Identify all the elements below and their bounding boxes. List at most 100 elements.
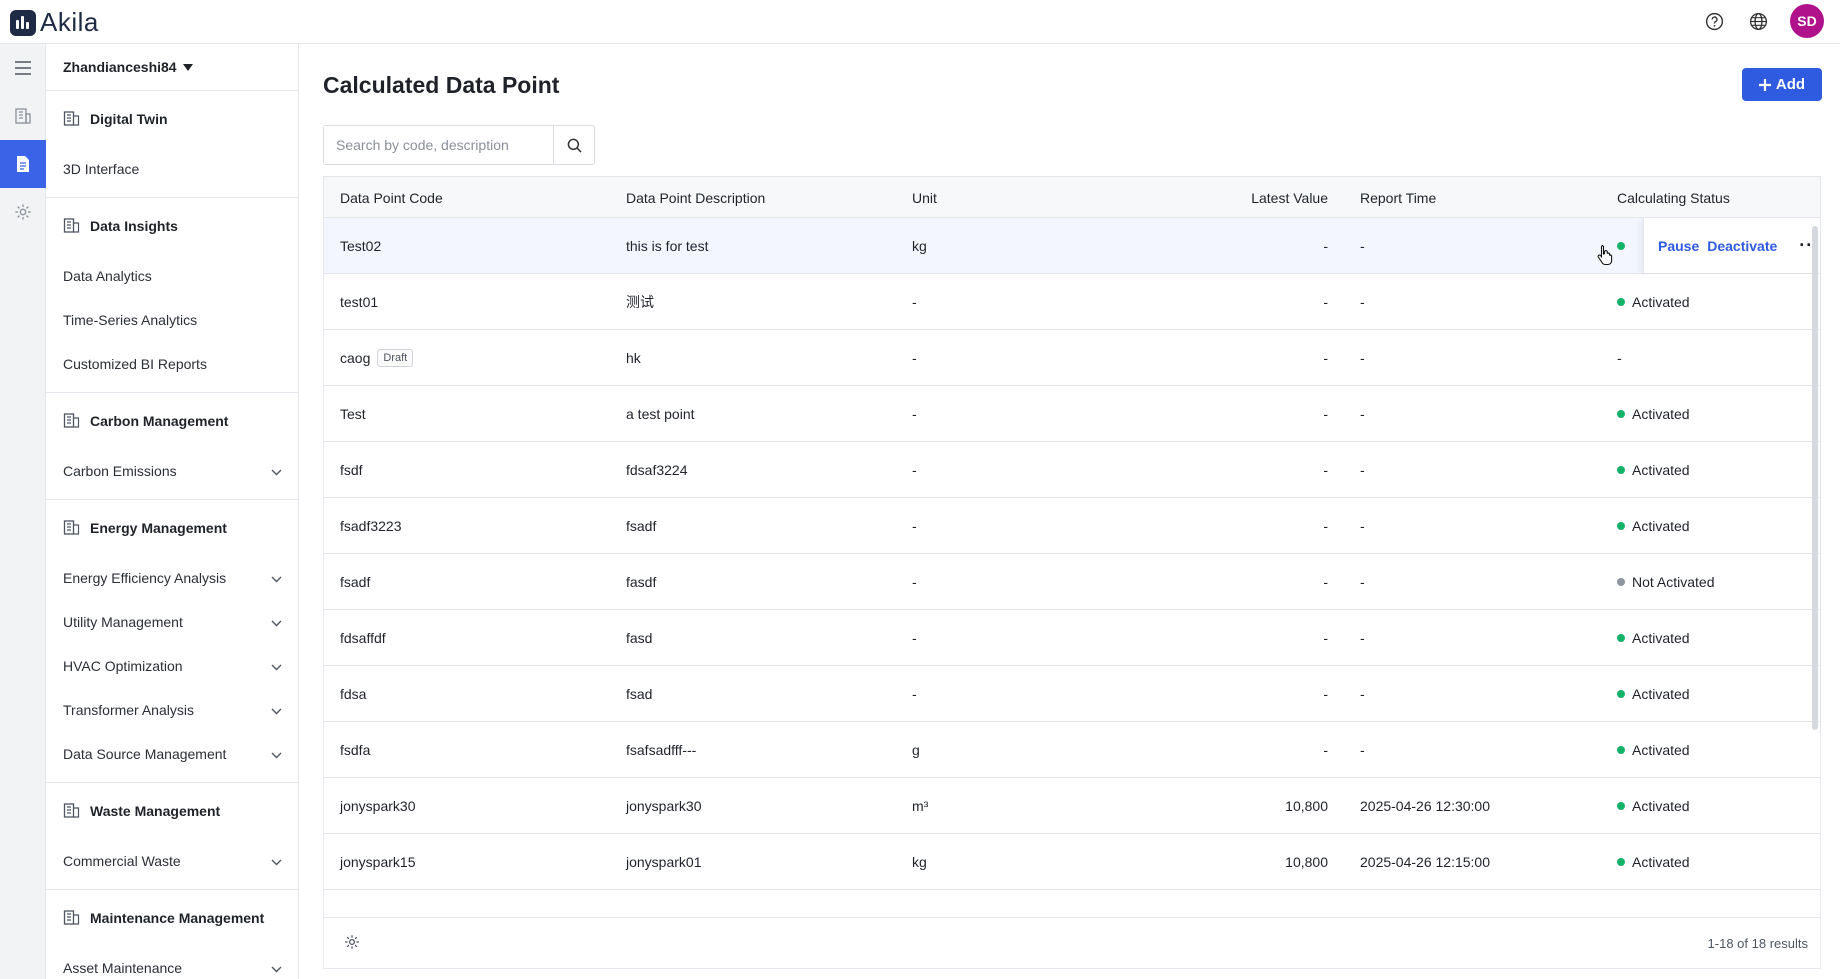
table-row[interactable]: Test a test point - - - Activated [324,386,1820,442]
cell-code: caog Draft [340,330,414,386]
sidebar: Zhandianceshi84 Digital Twin 3D Interfac… [46,44,299,979]
code-text: fdsa [340,686,367,702]
table-row[interactable]: Activated [324,890,1820,917]
status-text: Activated [1632,406,1690,422]
page-title: Calculated Data Point [323,72,560,98]
cell-description: fsad [626,686,653,702]
sidebar-group-title: Carbon Management [90,413,229,429]
code-text: Test [340,406,366,422]
globe-icon[interactable] [1746,9,1770,33]
sidebar-item[interactable]: HVAC Optimization [46,644,298,688]
sidebar-item[interactable]: Energy Efficiency Analysis [46,556,298,600]
status-dot [1617,298,1625,306]
status-text: Activated [1632,294,1690,310]
help-icon[interactable] [1702,9,1726,33]
cell-status: Activated [1617,274,1690,330]
search-input[interactable] [324,126,555,164]
table-row[interactable]: jonyspark30 jonyspark30 m³ 10,800 2025-0… [324,778,1820,834]
sidebar-group: Carbon Management Carbon Emissions [46,393,298,500]
table-body: Test02 this is for test kg - - Pause Dea… [324,218,1820,917]
sidebar-item[interactable]: Carbon Emissions [46,449,298,493]
cell-unit: - [912,630,917,646]
cell-unit: - [912,406,917,422]
table-row[interactable]: fsdfa fsafsadfff--- g - - Activated [324,722,1820,778]
search-button[interactable] [554,126,594,164]
sidebar-item[interactable]: Asset Maintenance [46,946,298,979]
sidebar-item[interactable]: Customized BI Reports [46,342,298,386]
sidebar-group-header: Maintenance Management [46,890,298,946]
cell-unit: - [912,574,917,590]
sidebar-item-label: Commercial Waste [63,853,181,869]
cell-unit: - [912,294,917,310]
status-dot [1617,578,1625,586]
cell-code: fsadf3223 [340,498,402,554]
cell-latest-value: - [1323,238,1328,254]
cell-status: - [1617,330,1622,386]
pause-button[interactable]: Pause [1658,238,1699,254]
sidebar-group-header: Energy Management [46,500,298,556]
table-row[interactable]: fsdf fdsaf3224 - - - Activated [324,442,1820,498]
cell-report-time: - [1360,686,1365,702]
building-icon[interactable] [0,92,46,140]
sidebar-item-label: Data Analytics [63,268,152,284]
project-selector[interactable]: Zhandianceshi84 [46,44,298,91]
sidebar-item[interactable]: Data Analytics [46,254,298,298]
menu-icon[interactable] [0,44,46,92]
cell-status: Activated [1617,666,1690,722]
column-settings-icon[interactable] [344,934,360,955]
cell-description: a test point [626,406,695,422]
table-row[interactable]: fdsa fsad - - - Activated [324,666,1820,722]
sidebar-item[interactable]: Transformer Analysis [46,688,298,732]
cell-code: test01 [340,274,378,330]
chevron-down-icon [271,960,282,976]
code-text: fsdfa [340,742,371,758]
settings-icon[interactable] [0,188,46,236]
status-dot [1617,690,1625,698]
table-row[interactable]: fsadf fasdf - - - Not Activated [324,554,1820,610]
status-dot [1617,802,1625,810]
status-text: Not Activated [1632,574,1715,590]
table-row[interactable]: caog Draft hk - - - - [324,330,1820,386]
cell-report-time: - [1360,406,1365,422]
sidebar-item[interactable]: 3D Interface [46,147,298,191]
sidebar-group-header: Carbon Management [46,393,298,449]
status-text: Activated [1632,462,1690,478]
sidebar-item[interactable]: Data Source Management [46,732,298,776]
cell-report-time: - [1360,742,1365,758]
user-avatar[interactable]: SD [1790,4,1824,38]
sidebar-group-header: Digital Twin [46,91,298,147]
sidebar-group-title: Digital Twin [90,111,168,127]
cell-code: Test02 [340,218,381,274]
sidebar-item[interactable]: Utility Management [46,600,298,644]
energy-icon [62,517,82,540]
table-scrollbar[interactable] [1812,226,1818,730]
cell-unit: - [912,350,917,366]
cell-status: Activated [1617,386,1690,442]
document-icon[interactable] [0,140,46,188]
cell-status: Activated [1617,722,1690,778]
code-text: fdsaffdf [340,630,386,646]
app-logo[interactable]: Akila [10,7,99,38]
logo-mark-icon [10,9,36,36]
table-row[interactable]: test01 测试 - - - Activated [324,274,1820,330]
status-text: Activated [1632,798,1690,814]
status-text: Activated [1632,686,1690,702]
code-text: test01 [340,294,379,310]
sidebar-group-header: Data Insights [46,198,298,254]
column-header-unit: Unit [912,189,937,206]
search-icon [567,138,582,153]
code-text: fsdf [340,462,363,478]
sidebar-item[interactable]: Time-Series Analytics [46,298,298,342]
add-button[interactable]: Add [1742,68,1822,101]
cell-status: Activated [1617,834,1690,890]
table-row[interactable]: fdsaffdf fasd - - - Activated [324,610,1820,666]
deactivate-button[interactable]: Deactivate [1707,238,1777,254]
sidebar-item[interactable]: Commercial Waste [46,839,298,883]
sidebar-item-label: Energy Efficiency Analysis [63,570,227,586]
leaf-icon [62,800,82,823]
cell-latest-value: - [1323,574,1328,590]
column-header-report-time: Report Time [1360,189,1437,206]
table-row[interactable]: fsadf3223 fsadf - - - Activated [324,498,1820,554]
table-row[interactable]: jonyspark15 jonyspark01 kg 10,800 2025-0… [324,834,1820,890]
sidebar-group: Energy Management Energy Efficiency Anal… [46,500,298,783]
